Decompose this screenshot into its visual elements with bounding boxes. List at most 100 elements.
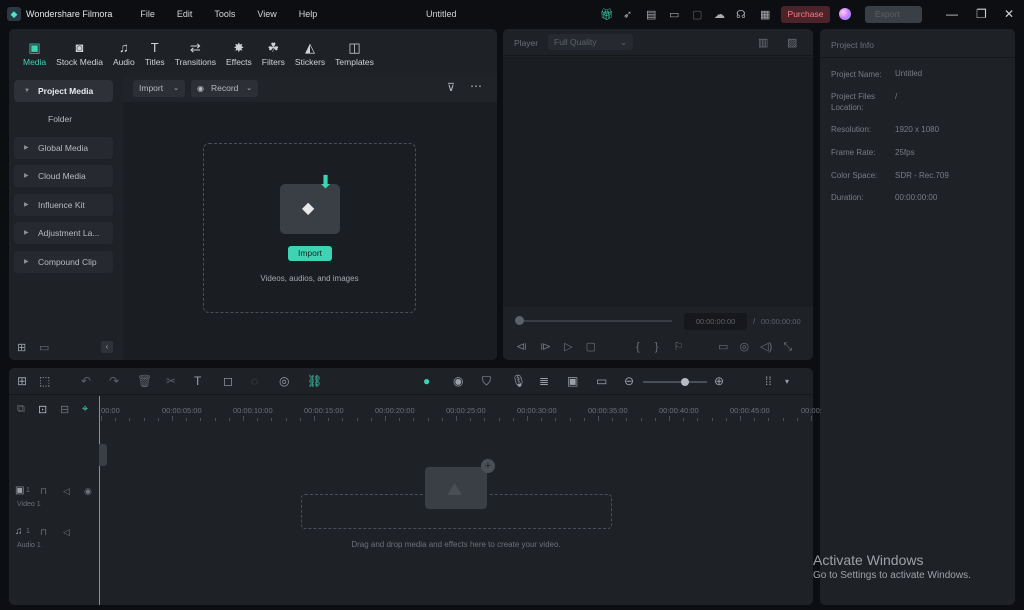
timeline-zoom-slider[interactable] bbox=[643, 381, 707, 383]
zoom-out-icon[interactable]: ⊖ bbox=[624, 374, 634, 388]
menu-view[interactable]: View bbox=[257, 9, 276, 19]
ruler-tick bbox=[214, 418, 216, 421]
close-icon[interactable]: ✕ bbox=[1004, 7, 1014, 21]
cut-icon[interactable]: ✂ bbox=[166, 374, 176, 388]
next-frame-icon[interactable]: ⧐ bbox=[540, 341, 551, 353]
mute-icon[interactable]: ◁ bbox=[63, 527, 70, 538]
tab-transitions[interactable]: ⇄ Transitions bbox=[175, 29, 216, 75]
timeline-ruler[interactable]: 00:00 00:00:05:00 00:00:10:00 00:00:15:00 00… bbox=[101, 400, 822, 425]
lock-icon[interactable]: ⊓ bbox=[40, 527, 47, 538]
eye-icon[interactable]: ◉ bbox=[84, 486, 92, 497]
ruler-tick bbox=[811, 416, 812, 421]
mark-in-icon[interactable]: { bbox=[636, 341, 640, 353]
sidebar-item-influence-kit[interactable]: ▶ Influence Kit bbox=[14, 194, 113, 216]
tab-audio[interactable]: ♫ Audio bbox=[113, 29, 135, 75]
cloud-icon[interactable]: ☁ bbox=[714, 8, 725, 21]
sidebar-item-cloud-media[interactable]: ▶ Cloud Media bbox=[14, 165, 113, 187]
menu-help[interactable]: Help bbox=[299, 9, 318, 19]
fit-icon[interactable]: ▭ bbox=[596, 374, 607, 388]
crop-icon[interactable]: ◻ bbox=[223, 374, 233, 388]
folder-icon[interactable]: ▭ bbox=[39, 341, 49, 354]
layout-icon[interactable]: ▭ bbox=[669, 8, 679, 21]
sidebar-item-adjustment-layer[interactable]: ▶ Adjustment La... bbox=[14, 222, 113, 244]
mute-icon[interactable]: ◁ bbox=[63, 486, 70, 497]
select-tool-icon[interactable]: ⬚ bbox=[39, 374, 50, 388]
ruler-tick bbox=[413, 418, 415, 421]
record-dropdown[interactable]: ◉ Record ⌄ bbox=[191, 80, 258, 97]
quality-dropdown[interactable]: Full Quality ⌄ bbox=[548, 34, 633, 50]
link-track-icon[interactable]: ⊡ bbox=[38, 403, 47, 416]
headset-icon[interactable]: ☊ bbox=[736, 8, 746, 21]
task-icon[interactable]: ▤ bbox=[646, 8, 656, 21]
current-time[interactable]: 00:00:00:00 bbox=[684, 313, 747, 330]
microphone-icon[interactable]: 🎙︎ bbox=[511, 374, 526, 388]
sidebar-item-global-media[interactable]: ▶ Global Media bbox=[14, 137, 113, 159]
ai-tool-icon[interactable]: ◎ bbox=[279, 374, 289, 388]
sidebar-item-folder[interactable]: Folder bbox=[14, 108, 113, 130]
undo-icon[interactable]: ↶ bbox=[81, 374, 91, 388]
gift-icon[interactable]: 🎁︎ bbox=[600, 8, 614, 21]
music-list-icon[interactable]: ≣ bbox=[539, 374, 549, 388]
tab-label: Titles bbox=[144, 57, 165, 67]
color-palette-icon[interactable]: ◌ bbox=[251, 374, 258, 388]
scrubber-handle[interactable] bbox=[515, 316, 524, 325]
prev-frame-icon[interactable]: ⧏ bbox=[516, 341, 527, 353]
track-height-icon[interactable]: ⁞⁞ bbox=[765, 374, 772, 388]
play-icon[interactable]: ▷ bbox=[564, 341, 572, 353]
filter-sort-icon[interactable]: ⊽ bbox=[447, 81, 455, 94]
text-tool-icon[interactable]: T bbox=[194, 374, 201, 388]
mark-out-icon[interactable]: } bbox=[655, 341, 659, 353]
menu-tools[interactable]: Tools bbox=[214, 9, 235, 19]
fullscreen-icon[interactable]: ⤡ bbox=[783, 341, 792, 353]
apps-grid-icon[interactable]: ▦ bbox=[760, 8, 770, 21]
restore-icon[interactable]: ❐ bbox=[976, 7, 987, 21]
avatar[interactable] bbox=[839, 8, 851, 20]
chevron-down-icon[interactable]: ▾ bbox=[785, 377, 789, 386]
sidebar-item-project-media[interactable]: ▼ Project Media bbox=[14, 80, 113, 102]
camera-icon[interactable]: ◎ bbox=[739, 341, 749, 353]
tab-stock-media[interactable]: ◙ Stock Media bbox=[56, 29, 103, 75]
sidebar-item-compound-clip[interactable]: ▶ Compound Clip bbox=[14, 251, 113, 273]
tab-effects[interactable]: ✸ Effects bbox=[226, 29, 252, 75]
volume-icon[interactable]: ◁) bbox=[760, 341, 772, 353]
link-icon[interactable]: ⛓ bbox=[307, 374, 322, 388]
add-track-icon[interactable]: ⧉ bbox=[17, 403, 25, 416]
save-icon[interactable]: ▢ bbox=[692, 8, 702, 21]
playhead[interactable] bbox=[99, 396, 100, 605]
zoom-in-icon[interactable]: ⊕ bbox=[714, 374, 724, 388]
tab-filters[interactable]: ☘ Filters bbox=[262, 29, 285, 75]
lock-icon[interactable]: ⊓ bbox=[40, 486, 47, 497]
minimize-icon[interactable]: — bbox=[946, 7, 958, 21]
more-icon[interactable]: ⋯ bbox=[470, 79, 482, 93]
import-drop-zone[interactable]: ◆ ⬇ Import Videos, audios, and images bbox=[203, 143, 416, 313]
tab-titles[interactable]: T Titles bbox=[145, 29, 165, 75]
display-icon[interactable]: ▭ bbox=[718, 341, 728, 353]
layout-grid-icon[interactable]: ⊞ bbox=[17, 374, 27, 388]
track-manager-icon[interactable]: ⊟ bbox=[60, 403, 69, 416]
pip-icon[interactable]: ▣ bbox=[567, 374, 578, 388]
playback-scrubber[interactable] bbox=[515, 320, 672, 322]
menu-file[interactable]: File bbox=[140, 9, 155, 19]
export-button[interactable]: Export bbox=[865, 6, 922, 23]
stop-icon[interactable]: ▢ bbox=[586, 341, 596, 353]
delete-icon[interactable]: 🗑︎ bbox=[137, 374, 152, 388]
ai-copilot-icon[interactable]: ● bbox=[423, 374, 430, 388]
render-icon[interactable]: ◉ bbox=[453, 374, 463, 388]
compare-view-icon[interactable]: ▥ bbox=[758, 36, 768, 49]
tab-templates[interactable]: ◫ Templates bbox=[335, 29, 374, 75]
menu-edit[interactable]: Edit bbox=[177, 9, 193, 19]
snap-icon[interactable]: ⌖ bbox=[82, 403, 88, 416]
shield-icon[interactable]: ⛉ bbox=[482, 374, 491, 389]
redo-icon[interactable]: ↷ bbox=[109, 374, 119, 388]
tab-stickers[interactable]: ◭ Stickers bbox=[295, 29, 325, 75]
import-dropdown[interactable]: Import ⌄ bbox=[133, 80, 185, 97]
import-button[interactable]: Import bbox=[288, 246, 332, 261]
collapse-sidebar-button[interactable]: ‹ bbox=[101, 341, 113, 353]
snapshot-image-icon[interactable]: ▨ bbox=[787, 36, 797, 49]
purchase-button[interactable]: Purchase bbox=[781, 6, 830, 23]
marker-icon[interactable]: ⚐ bbox=[674, 341, 684, 353]
send-icon[interactable]: ➶ bbox=[623, 8, 632, 21]
track-panel-handle[interactable] bbox=[99, 444, 107, 466]
new-folder-icon[interactable]: ⊞ bbox=[17, 341, 26, 354]
tab-media[interactable]: ▣ Media bbox=[23, 29, 46, 75]
